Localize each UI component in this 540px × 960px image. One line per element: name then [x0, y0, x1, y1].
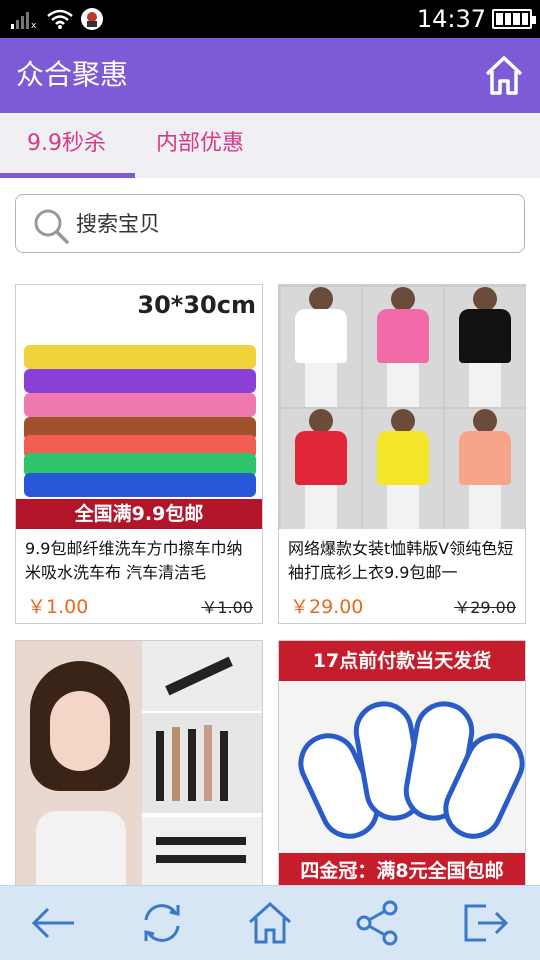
product-card[interactable]: 30*30cm 全国满9.9包邮 9.9包邮纤维洗车方巾擦车巾纳米吸水洗车布 汽…	[15, 284, 263, 624]
tab-internal-discount[interactable]: 内部优惠	[156, 129, 244, 159]
page-title: 众合聚惠	[16, 58, 129, 91]
product-title: 9.9包邮纤维洗车方巾擦车巾纳米吸水洗车布 汽车清洁毛	[25, 539, 243, 582]
exit-icon[interactable]	[460, 898, 512, 948]
search-input[interactable]: 搜索宝贝	[15, 194, 525, 253]
product-card[interactable]	[15, 640, 263, 890]
image-banner: 全国满9.9包邮	[16, 499, 262, 529]
product-original-price: ￥29.00	[454, 598, 516, 617]
refresh-icon[interactable]	[136, 898, 188, 948]
product-image: 30*30cm 全国满9.9包邮	[16, 285, 262, 529]
share-icon[interactable]	[352, 898, 404, 948]
product-image	[279, 285, 525, 529]
wifi-icon	[47, 9, 73, 29]
battery-icon	[492, 9, 536, 29]
image-caption: 30*30cm	[137, 291, 256, 319]
image-banner: 四金冠：满8元全国包邮	[279, 853, 525, 889]
product-original-price: ￥1.00	[201, 598, 253, 617]
app-header: 众合聚惠	[0, 38, 540, 113]
product-image	[16, 641, 262, 889]
status-icons: x	[10, 6, 104, 32]
product-title: 网络爆款女装t恤韩版V领纯色短袖打底衫上衣9.9包邮一	[288, 539, 514, 582]
status-time: 14:37	[416, 5, 486, 33]
product-card[interactable]: 网络爆款女装t恤韩版V领纯色短袖打底衫上衣9.9包邮一 ￥29.00 ￥29.0…	[278, 284, 526, 624]
image-caption: 17点前付款当天发货	[279, 641, 525, 681]
search-icon	[34, 209, 69, 244]
bottom-nav	[0, 885, 540, 960]
status-bar: x 14:37	[0, 0, 540, 38]
back-arrow-icon[interactable]	[28, 898, 80, 948]
product-price: ￥1.00	[27, 596, 89, 618]
search-placeholder: 搜索宝贝	[76, 212, 160, 236]
product-price: ￥29.00	[290, 596, 364, 618]
product-image: 17点前付款当天发货 四金冠：满8元全国包邮	[279, 641, 525, 889]
tab-flash-sale[interactable]: 9.9秒杀	[27, 129, 106, 159]
home-nav-icon[interactable]	[244, 898, 296, 948]
signal-icon: x	[11, 12, 37, 30]
home-icon[interactable]	[484, 54, 524, 96]
tab-bar: 9.9秒杀 内部优惠	[0, 113, 540, 178]
active-tab-indicator	[0, 173, 135, 178]
notification-app-icon	[81, 8, 103, 30]
svg-text:x: x	[31, 21, 37, 30]
product-card[interactable]: 17点前付款当天发货 四金冠：满8元全国包邮	[278, 640, 526, 890]
